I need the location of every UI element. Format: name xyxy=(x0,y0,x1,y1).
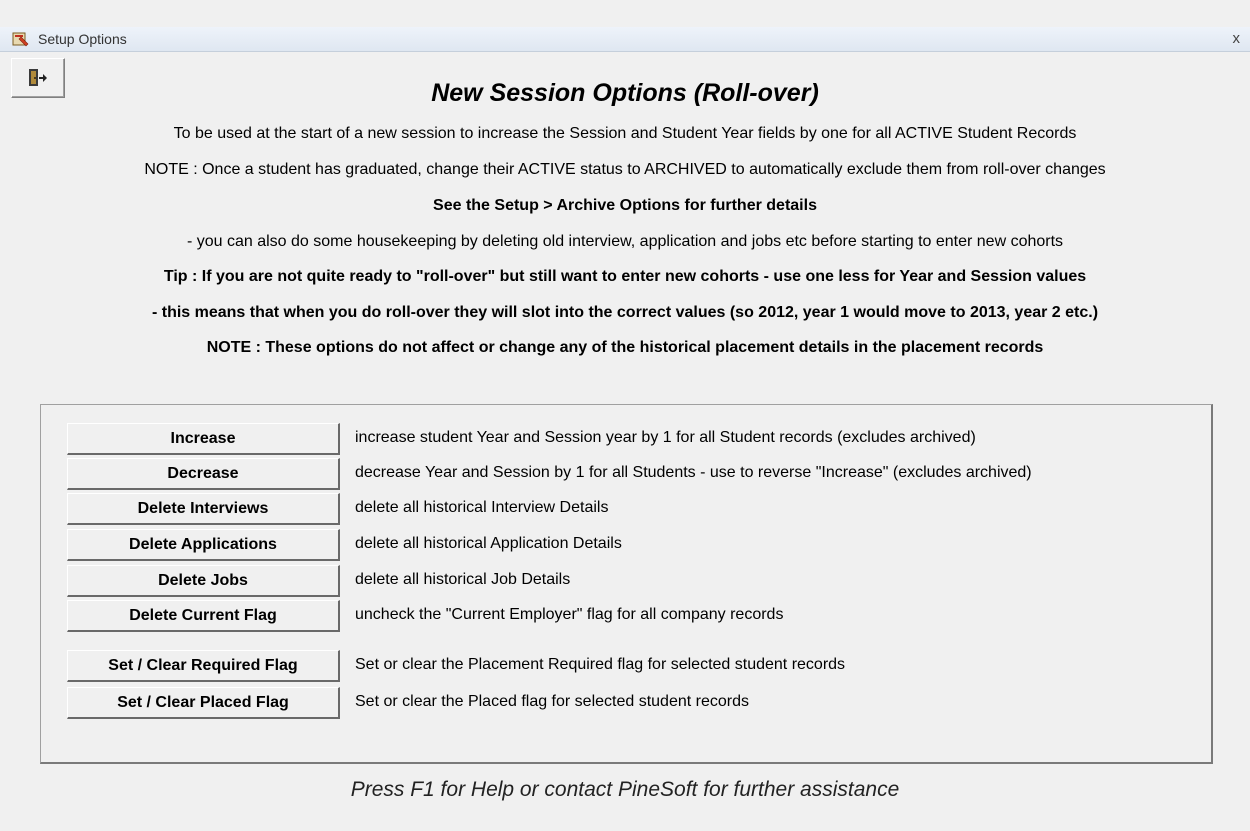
increase-button[interactable]: Increase xyxy=(67,423,340,455)
delete-current-flag-button[interactable]: Delete Current Flag xyxy=(67,600,340,632)
set-clear-required-flag-description: Set or clear the Placement Required flag… xyxy=(355,656,846,673)
setup-options-window: Setup Options x New Session Options (Rol… xyxy=(0,0,1250,831)
increase-description: increase student Year and Session year b… xyxy=(355,429,976,446)
info-line-4: - you can also do some housekeeping by d… xyxy=(186,233,1064,250)
help-footer: Press F1 for Help or contact PineSoft fo… xyxy=(350,778,900,801)
close-button[interactable]: x xyxy=(1233,30,1241,47)
delete-jobs-button[interactable]: Delete Jobs xyxy=(67,565,340,597)
delete-applications-button[interactable]: Delete Applications xyxy=(67,529,340,561)
title-bar: Setup Options x xyxy=(0,27,1250,52)
set-clear-required-flag-button[interactable]: Set / Clear Required Flag xyxy=(67,650,340,682)
info-line-1: To be used at the start of a new session… xyxy=(173,125,1077,142)
decrease-button[interactable]: Decrease xyxy=(67,458,340,490)
info-line-2: NOTE : Once a student has graduated, cha… xyxy=(144,161,1106,178)
delete-current-flag-description: uncheck the "Current Employer" flag for … xyxy=(355,606,784,623)
info-line-7: NOTE : These options do not affect or ch… xyxy=(206,339,1044,356)
info-line-6: - this means that when you do roll-over … xyxy=(151,304,1099,321)
set-clear-placed-flag-description: Set or clear the Placed flag for selecte… xyxy=(355,693,749,710)
setup-app-icon xyxy=(12,31,30,47)
page-heading: New Session Options (Roll-over) xyxy=(431,79,819,107)
info-line-3: See the Setup > Archive Options for furt… xyxy=(433,197,817,214)
delete-applications-description: delete all historical Application Detail… xyxy=(355,535,622,552)
delete-interviews-button[interactable]: Delete Interviews xyxy=(67,493,340,525)
delete-interviews-description: delete all historical Interview Details xyxy=(355,499,609,516)
delete-jobs-description: delete all historical Job Details xyxy=(355,571,571,588)
decrease-description: decrease Year and Session by 1 for all S… xyxy=(355,464,1032,481)
info-line-5: Tip : If you are not quite ready to "rol… xyxy=(163,268,1087,285)
window-title: Setup Options xyxy=(38,31,127,47)
set-clear-placed-flag-button[interactable]: Set / Clear Placed Flag xyxy=(67,687,340,719)
